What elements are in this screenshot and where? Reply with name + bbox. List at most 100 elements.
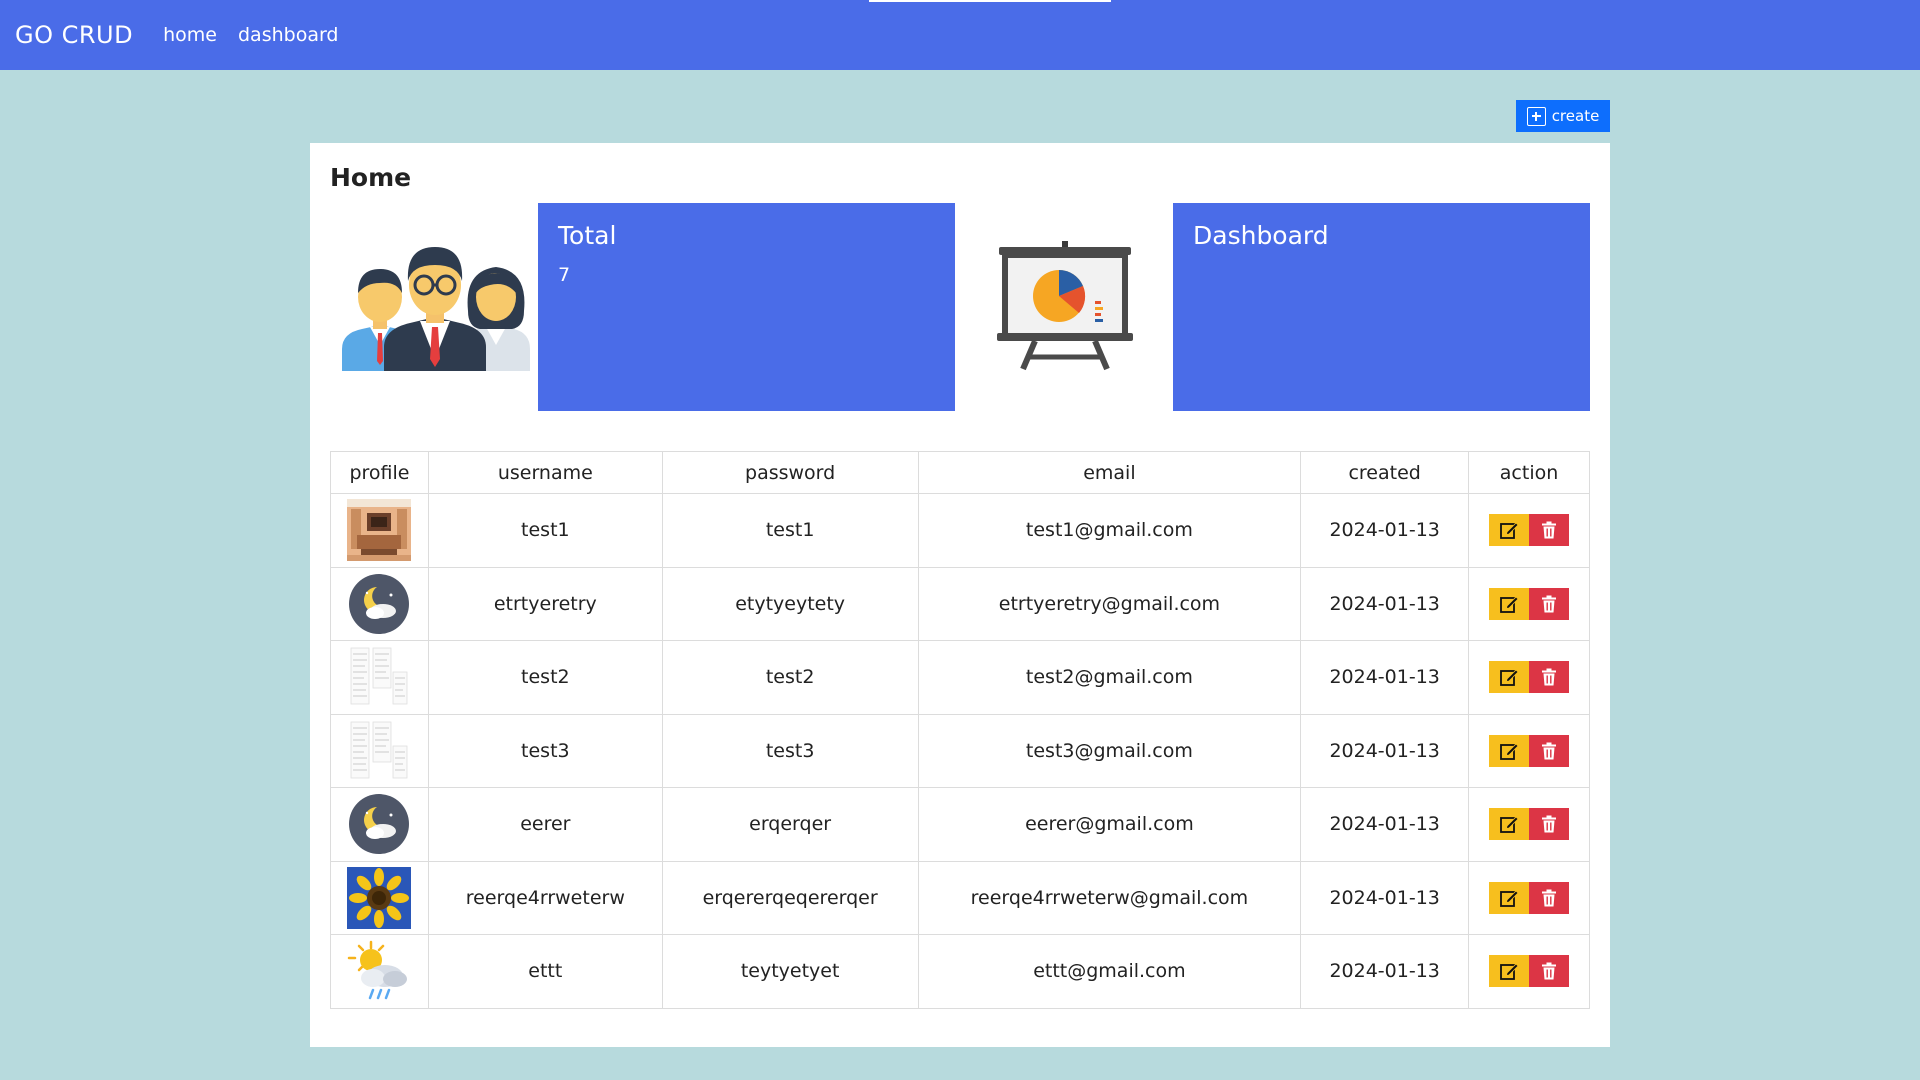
dashboard-label: Dashboard	[1193, 221, 1329, 250]
edit-icon	[1499, 520, 1519, 540]
action-cell	[1468, 787, 1590, 862]
profile-image-room	[347, 499, 411, 561]
password-cell: erqerqer	[661, 787, 919, 862]
page-title: Home	[330, 163, 412, 192]
username-cell: test3	[427, 713, 663, 788]
edit-button[interactable]	[1489, 587, 1530, 620]
username-cell: test2	[427, 640, 663, 715]
created-cell: 2024-01-13	[1300, 713, 1470, 788]
email-cell: test3@gmail.com	[917, 713, 1302, 788]
delete-button[interactable]	[1529, 661, 1570, 694]
edit-button[interactable]	[1489, 955, 1530, 988]
delete-button[interactable]	[1529, 587, 1570, 620]
profile-cell	[330, 566, 429, 641]
password-cell: teytyetyet	[661, 934, 919, 1009]
profile-image-night-cloud	[347, 573, 411, 635]
email-cell: test1@gmail.com	[917, 493, 1302, 568]
profile-image-document	[347, 646, 411, 708]
trash-icon	[1539, 520, 1559, 540]
created-cell: 2024-01-13	[1300, 787, 1470, 862]
edit-icon	[1499, 594, 1519, 614]
username-cell: reerqe4rrweterw	[427, 860, 663, 935]
trash-icon	[1539, 888, 1559, 908]
trash-icon	[1539, 594, 1559, 614]
password-cell: test1	[661, 493, 919, 568]
edit-icon	[1499, 814, 1519, 834]
trash-icon	[1539, 741, 1559, 761]
action-cell	[1468, 860, 1590, 935]
trash-icon	[1539, 961, 1559, 981]
username-cell: test1	[427, 493, 663, 568]
profile-cell	[330, 640, 429, 715]
table-row: test1 test1 test1@gmail.com 2024-01-13	[330, 493, 1590, 568]
action-cell	[1468, 566, 1590, 641]
profile-cell	[330, 860, 429, 935]
total-count: 7	[558, 264, 571, 286]
password-cell: erqererqeqererqer	[661, 860, 919, 935]
email-cell: reerqe4rrweterw@gmail.com	[917, 860, 1302, 935]
profile-image-sunflower	[347, 867, 411, 929]
profile-cell	[330, 934, 429, 1009]
plus-square-icon	[1526, 106, 1546, 126]
nav-link-dashboard[interactable]: dashboard	[238, 24, 339, 46]
delete-button[interactable]	[1529, 808, 1570, 841]
header-password: password	[661, 451, 919, 494]
edit-icon	[1499, 741, 1519, 761]
created-cell: 2024-01-13	[1300, 860, 1470, 935]
username-cell: etrtyeretry	[427, 566, 663, 641]
delete-button[interactable]	[1529, 955, 1570, 988]
created-cell: 2024-01-13	[1300, 934, 1470, 1009]
table-header-row: profile username password email created …	[330, 451, 1590, 494]
edit-icon	[1499, 961, 1519, 981]
header-email: email	[917, 451, 1302, 494]
create-button[interactable]: create	[1516, 100, 1610, 132]
action-cell	[1468, 713, 1590, 788]
users-group-icon	[342, 247, 530, 371]
table-row: test2 test2 test2@gmail.com 2024-01-13	[330, 640, 1590, 715]
profile-cell	[330, 493, 429, 568]
nav-link-home[interactable]: home	[163, 24, 217, 46]
header-created: created	[1300, 451, 1470, 494]
created-cell: 2024-01-13	[1300, 493, 1470, 568]
users-table: profile username password email created …	[330, 451, 1590, 1009]
password-cell: test3	[661, 713, 919, 788]
edit-icon	[1499, 667, 1519, 687]
action-cell	[1468, 934, 1590, 1009]
email-cell: test2@gmail.com	[917, 640, 1302, 715]
profile-image-document	[347, 720, 411, 782]
email-cell: eerer@gmail.com	[917, 787, 1302, 862]
edit-button[interactable]	[1489, 881, 1530, 914]
table-row: test3 test3 test3@gmail.com 2024-01-13	[330, 713, 1590, 788]
password-cell: test2	[661, 640, 919, 715]
delete-button[interactable]	[1529, 514, 1570, 547]
action-cell	[1468, 640, 1590, 715]
username-cell: ettt	[427, 934, 663, 1009]
navbar: GO CRUD home dashboard	[0, 0, 1920, 70]
table-row: ettt teytyetyet ettt@gmail.com 2024-01-1…	[330, 934, 1590, 1009]
profile-image-night-cloud	[347, 793, 411, 855]
edit-button[interactable]	[1489, 661, 1530, 694]
created-cell: 2024-01-13	[1300, 566, 1470, 641]
tab-indicator	[869, 0, 1111, 2]
email-cell: ettt@gmail.com	[917, 934, 1302, 1009]
header-action: action	[1468, 451, 1590, 494]
action-cell	[1468, 493, 1590, 568]
create-button-label: create	[1551, 107, 1600, 125]
delete-button[interactable]	[1529, 881, 1570, 914]
edit-button[interactable]	[1489, 808, 1530, 841]
edit-button[interactable]	[1489, 514, 1530, 547]
password-cell: etytyeytety	[661, 566, 919, 641]
created-cell: 2024-01-13	[1300, 640, 1470, 715]
table-row: eerer erqerqer eerer@gmail.com 2024-01-1…	[330, 787, 1590, 862]
total-card: Total 7	[538, 203, 955, 411]
trash-icon	[1539, 814, 1559, 834]
brand-logo[interactable]: GO CRUD	[15, 21, 133, 49]
presentation-chart-icon	[997, 241, 1133, 371]
edit-icon	[1499, 888, 1519, 908]
delete-button[interactable]	[1529, 734, 1570, 767]
table-row: reerqe4rrweterw erqererqeqererqer reerqe…	[330, 860, 1590, 935]
dashboard-card[interactable]: Dashboard	[1173, 203, 1590, 411]
main-card: Home Total 7 Dashboard profile username …	[310, 143, 1610, 1047]
profile-cell	[330, 787, 429, 862]
edit-button[interactable]	[1489, 734, 1530, 767]
